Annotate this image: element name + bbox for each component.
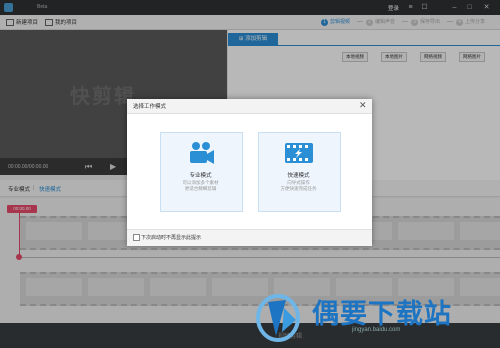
site-logo-icon bbox=[256, 294, 300, 342]
pro-mode-title: 专业模式 bbox=[189, 173, 212, 179]
dont-show-again-label[interactable]: 下次启动时不再显示此提示 bbox=[141, 234, 201, 241]
fast-mode-desc-2: 方便快速完成任务 bbox=[280, 186, 317, 191]
pro-mode-desc-2: 更适合精细剪辑 bbox=[184, 186, 217, 191]
film-strip-icon bbox=[285, 143, 313, 163]
movie-camera-icon bbox=[190, 142, 214, 164]
dont-show-again-checkbox[interactable] bbox=[133, 234, 140, 241]
close-icon[interactable]: ✕ bbox=[359, 100, 367, 111]
dialog-title: 选择工作模式 bbox=[133, 104, 167, 110]
fast-mode-title: 快速模式 bbox=[287, 173, 310, 179]
site-brand-text: 偶要下载站 bbox=[312, 299, 452, 330]
site-url-text: jingyan.baidu.com bbox=[352, 327, 401, 333]
